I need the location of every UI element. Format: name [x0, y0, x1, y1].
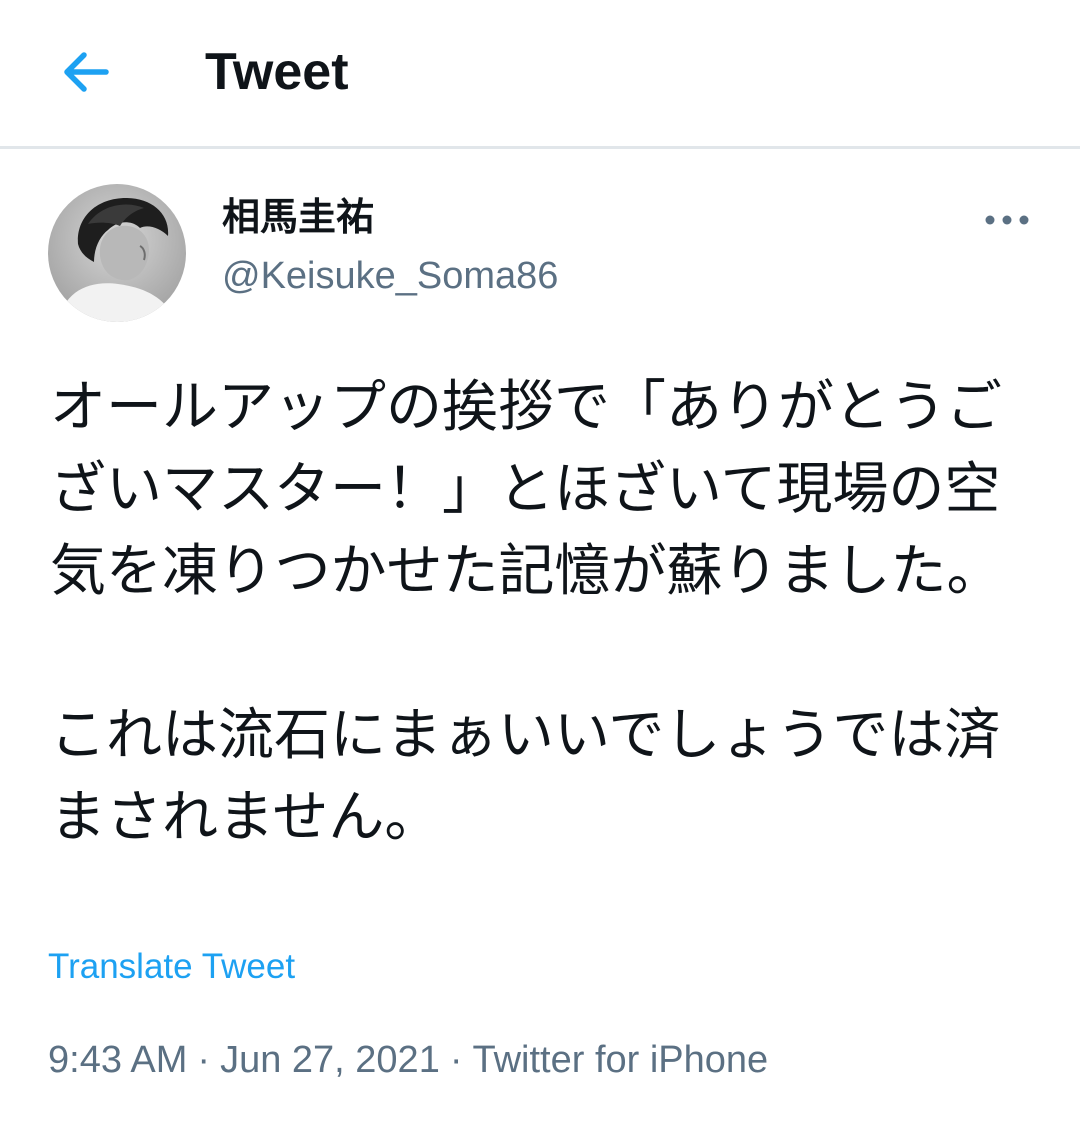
author-handle[interactable]: @Keisuke_Soma86 [222, 252, 558, 300]
tweet-text: オールアップの挨拶で「ありがとうございマスター！」とほざいて現場の空気を凍りつか… [50, 375, 1003, 850]
avatar[interactable] [48, 184, 186, 322]
translate-tweet-link[interactable]: Translate Tweet [48, 945, 295, 989]
tweet-metadata: 9:43 AM · Jun 27, 2021 · Twitter for iPhone [48, 1036, 768, 1084]
profile-photo [48, 184, 186, 322]
top-bar: Tweet [0, 0, 1080, 149]
more-options-button[interactable] [980, 200, 1036, 240]
separator: · [449, 1039, 463, 1081]
tweet-time[interactable]: 9:43 AM [48, 1039, 187, 1081]
more-horizontal-icon [985, 215, 1029, 225]
arrow-left-icon [64, 52, 109, 92]
tweet-date[interactable]: Jun 27, 2021 [220, 1039, 440, 1081]
separator: · [197, 1039, 211, 1081]
back-button[interactable] [56, 46, 116, 98]
tweet-source[interactable]: Twitter for iPhone [472, 1039, 768, 1081]
page-title: Tweet [205, 43, 349, 101]
author-display-name[interactable]: 相馬圭祐 [222, 192, 374, 242]
